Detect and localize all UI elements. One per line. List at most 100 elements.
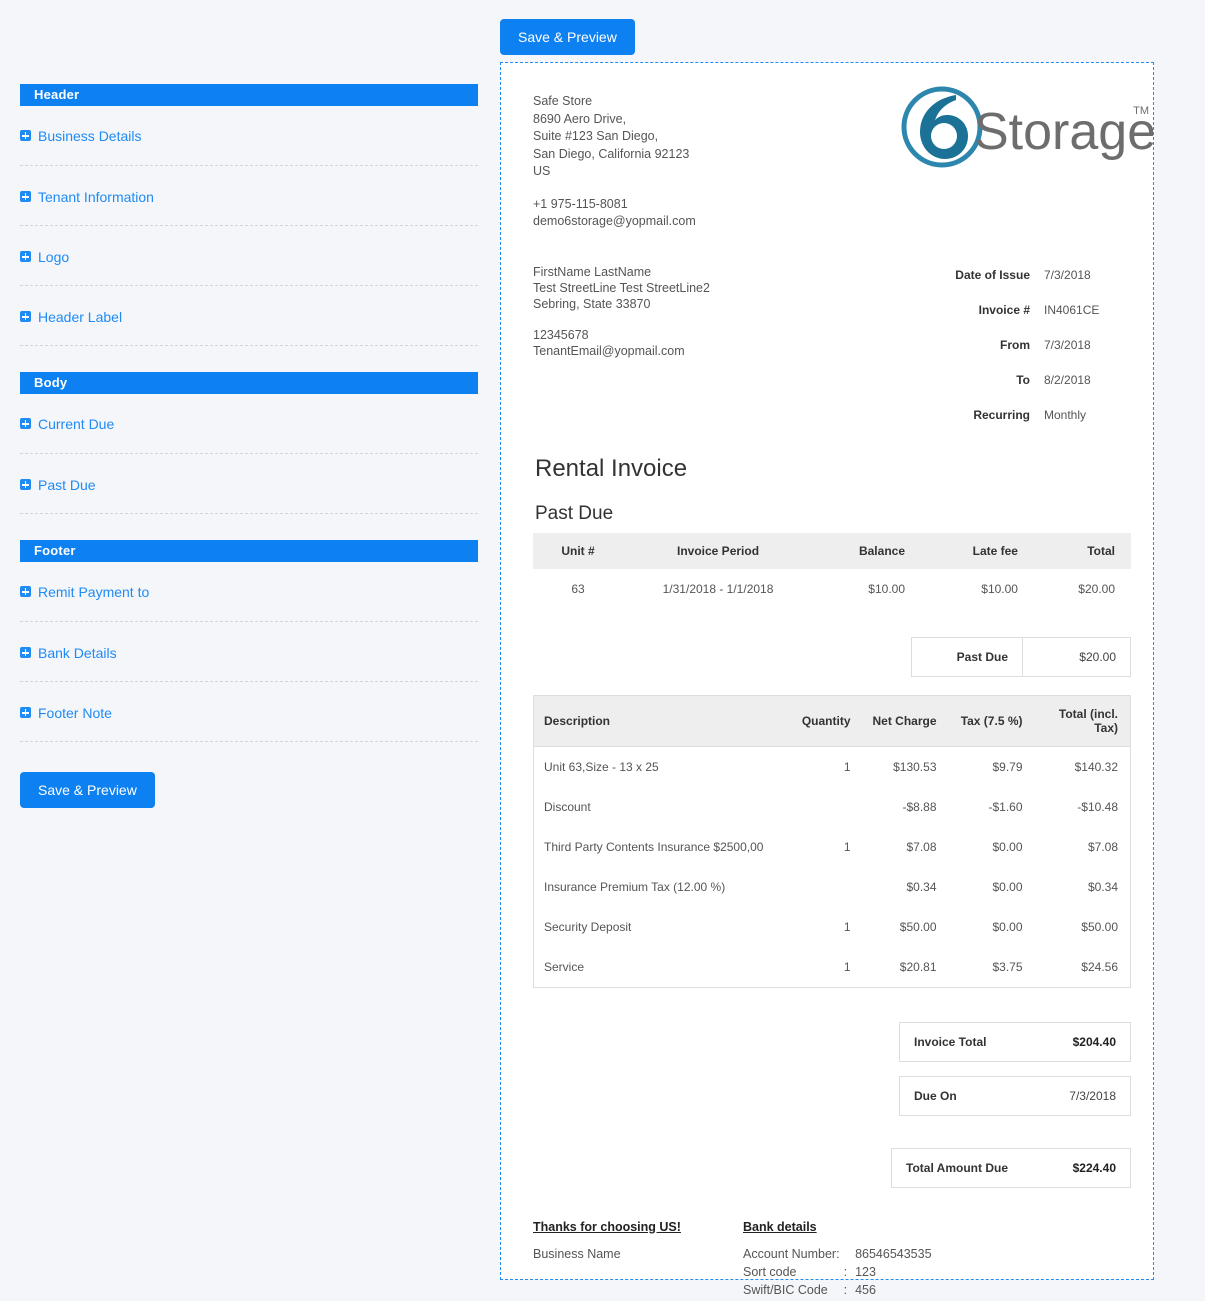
sidebar-item-current-due[interactable]: Current Due xyxy=(20,394,478,454)
invoice-total-value: $204.40 xyxy=(1072,1034,1116,1049)
cell-net-charge: $130.53 xyxy=(893,759,937,774)
column-header: Total xyxy=(1039,532,1131,569)
meta-label: Date of Issue xyxy=(955,268,1030,282)
sidebar-item-label: Tenant Information xyxy=(38,188,154,205)
meta-label: Invoice # xyxy=(978,303,1030,317)
table-row: Insurance Premium Tax (12.00 %) $0.34 $0… xyxy=(534,867,1131,907)
cell-balance: $10.00 xyxy=(868,581,905,596)
tenant-information-block: FirstName LastName Test StreetLine Test … xyxy=(533,264,893,359)
sidebar-item-label: Footer Note xyxy=(38,704,112,721)
cell-tax: $0.00 xyxy=(992,879,1023,894)
sidebar-item-bank-details[interactable]: Bank Details xyxy=(20,622,478,682)
plus-icon xyxy=(20,418,31,429)
cell-description: Unit 63,Size - 13 x 25 xyxy=(544,759,659,774)
bank-separator: : xyxy=(843,1264,848,1279)
bank-value: 123 xyxy=(855,1264,876,1279)
thanks-heading: Thanks for choosing US! xyxy=(533,1219,681,1234)
plus-icon xyxy=(20,586,31,597)
invoice-preview-panel: Storage TM Safe Store 8690 Aero Drive, S… xyxy=(500,62,1156,1301)
sidebar-item-tenant-information[interactable]: Tenant Information xyxy=(20,166,478,226)
table-header-row: Unit # Invoice Period Balance Late fee T… xyxy=(533,532,1131,569)
cell-late-fee: $10.00 xyxy=(981,581,1018,596)
sidebar-item-label: Remit Payment to xyxy=(38,583,150,600)
due-on-box: Due On 7/3/2018 xyxy=(899,1075,1131,1116)
bank-details-table: Account Number: 86546543535 Sort code : … xyxy=(743,1246,932,1301)
sidebar-item-footer-note[interactable]: Footer Note xyxy=(20,682,478,742)
cell-tax: $0.00 xyxy=(992,839,1023,854)
sidebar-item-header-label[interactable]: Header Label xyxy=(20,286,478,346)
page-root: Header Business Details Tenant Informati… xyxy=(0,0,1205,1301)
sidebar-item-label: Business Details xyxy=(38,127,142,144)
table-header-row: Description Quantity Net Charge Tax (7.5… xyxy=(533,695,1131,747)
thanks-body: Business Name xyxy=(533,1246,621,1261)
column-header: Invoice Period xyxy=(623,532,814,569)
sidebar-item-label: Bank Details xyxy=(38,644,117,661)
tenant-name: FirstName LastName xyxy=(533,264,652,279)
past-due-summary-label: Past Due xyxy=(956,649,1008,664)
bank-row: Account Number: 86546543535 xyxy=(743,1246,932,1264)
meta-value: IN4061CE xyxy=(1044,303,1100,317)
meta-row: Recurring Monthly xyxy=(955,408,1129,422)
sidebar-item-label: Header Label xyxy=(38,308,123,325)
company-logo: Storage TM xyxy=(898,85,1156,171)
past-due-summary-box: Past Due $20.00 xyxy=(911,636,1131,677)
cell-quantity: 1 xyxy=(843,839,851,854)
bank-separator xyxy=(844,1246,855,1264)
tenant-email: TenantEmail@yopmail.com xyxy=(533,343,685,358)
due-on-value: 7/3/2018 xyxy=(1069,1088,1116,1103)
cell-tax: $9.79 xyxy=(992,759,1023,774)
invoice-meta-table: Date of Issue 7/3/2018 Invoice # IN4061C… xyxy=(953,266,1131,424)
meta-label: From xyxy=(1000,338,1030,352)
column-header: Description xyxy=(533,695,783,747)
totals-area: Invoice Total $204.40 Due On 7/3/2018 To… xyxy=(533,1021,1131,1202)
cell-total: $24.56 xyxy=(1081,959,1118,974)
due-on-label: Due On xyxy=(914,1088,957,1103)
sidebar-item-remit-payment-to[interactable]: Remit Payment to xyxy=(20,562,478,622)
cell-total: $140.32 xyxy=(1074,759,1118,774)
invoice-total-box: Invoice Total $204.40 xyxy=(899,1021,1131,1062)
past-due-summary-value: $20.00 xyxy=(1022,637,1130,676)
bank-row: Sort code : 123 xyxy=(743,1264,932,1282)
column-header: Balance xyxy=(813,532,927,569)
sidebar-item-logo[interactable]: Logo xyxy=(20,226,478,286)
meta-row: Date of Issue 7/3/2018 xyxy=(955,268,1129,301)
column-header: Unit # xyxy=(533,532,623,569)
cell-tax: $0.00 xyxy=(992,919,1023,934)
tenant-street: Test StreetLine Test StreetLine2 xyxy=(533,280,710,295)
cell-total: -$10.48 xyxy=(1077,799,1118,814)
sidebar-item-past-due[interactable]: Past Due xyxy=(20,454,478,514)
plus-icon xyxy=(20,191,31,202)
cell-total: $20.00 xyxy=(1078,581,1115,596)
sidebar-item-business-details[interactable]: Business Details xyxy=(20,106,478,166)
table-row: Discount -$8.88 -$1.60 -$10.48 xyxy=(534,787,1131,827)
table-row: Unit 63,Size - 13 x 25 1 $130.53 $9.79 $… xyxy=(534,746,1131,787)
sidebar-section-footer: Footer xyxy=(20,540,478,562)
trademark-symbol: TM xyxy=(1133,105,1149,117)
total-amount-due-label: Total Amount Due xyxy=(906,1160,1008,1175)
meta-value: 7/3/2018 xyxy=(1044,268,1091,282)
cell-net-charge: $50.00 xyxy=(899,919,937,934)
cell-total: $50.00 xyxy=(1081,919,1118,934)
plus-icon xyxy=(20,251,31,262)
sidebar-save-preview-button[interactable]: Save & Preview xyxy=(20,772,155,808)
plus-icon xyxy=(20,311,31,322)
bank-value: 86546543535 xyxy=(855,1246,932,1261)
past-due-heading: Past Due xyxy=(535,502,614,524)
bank-separator: : xyxy=(843,1282,848,1297)
cell-quantity: 1 xyxy=(843,759,851,774)
business-phone: +1 975-115-8081 xyxy=(533,196,628,211)
cell-period: 1/31/2018 - 1/1/2018 xyxy=(662,581,774,596)
tenant-city-state-zip: Sebring, State 33870 xyxy=(533,296,651,311)
plus-icon xyxy=(20,707,31,718)
table-row: Third Party Contents Insurance $2500,00 … xyxy=(534,827,1131,867)
svg-text:Storage: Storage xyxy=(974,103,1153,161)
cell-net-charge: -$8.88 xyxy=(902,799,937,814)
bank-label: Sort code xyxy=(743,1264,797,1279)
total-amount-due-box: Total Amount Due $224.40 xyxy=(891,1147,1131,1188)
past-due-table: Unit # Invoice Period Balance Late fee T… xyxy=(533,532,1131,609)
meta-value: 7/3/2018 xyxy=(1044,338,1091,352)
template-editor-sidebar: Header Business Details Tenant Informati… xyxy=(0,0,498,1301)
cell-net-charge: $7.08 xyxy=(906,839,937,854)
top-save-preview-button[interactable]: Save & Preview xyxy=(500,19,635,55)
bank-row: Swift/BIC Code : 456 xyxy=(743,1282,932,1300)
